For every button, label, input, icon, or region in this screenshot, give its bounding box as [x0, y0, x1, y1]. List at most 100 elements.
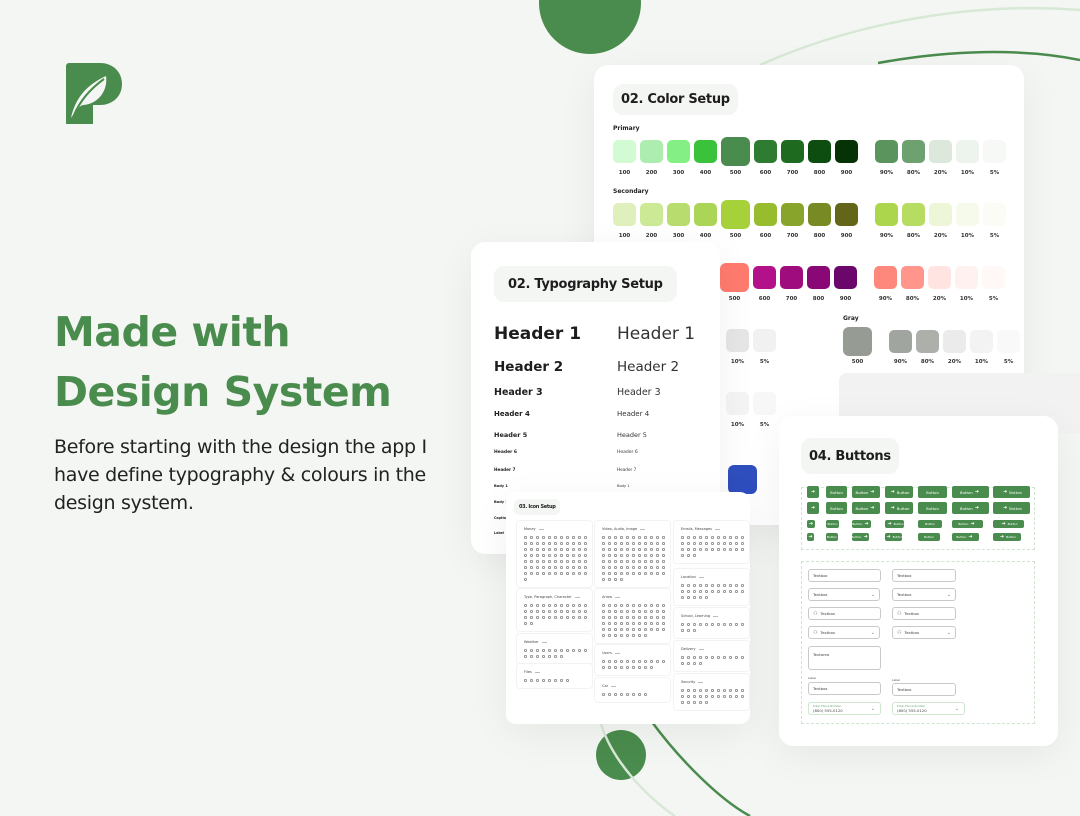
- icon-glyph[interactable]: [656, 616, 659, 619]
- icon-glyph[interactable]: [650, 622, 653, 625]
- icon-glyph[interactable]: [530, 560, 533, 563]
- primary-button[interactable]: Button: [826, 520, 839, 528]
- icon-glyph[interactable]: [584, 542, 587, 545]
- icon-glyph[interactable]: [644, 622, 647, 625]
- icon-glyph[interactable]: [548, 655, 551, 658]
- icon-glyph[interactable]: [638, 610, 641, 613]
- icon-glyph[interactable]: [578, 616, 581, 619]
- icon-glyph[interactable]: [554, 655, 557, 658]
- icon-glyph[interactable]: [608, 604, 611, 607]
- icon-glyph[interactable]: [687, 590, 690, 593]
- icon-glyph[interactable]: [620, 578, 623, 581]
- color-swatch-blue[interactable]: [728, 465, 757, 494]
- icon-glyph[interactable]: [650, 560, 653, 563]
- icon-glyph[interactable]: [578, 572, 581, 575]
- icon-glyph[interactable]: [554, 572, 557, 575]
- icon-glyph[interactable]: [560, 542, 563, 545]
- icon-glyph[interactable]: [536, 572, 539, 575]
- icon-glyph[interactable]: [614, 693, 617, 696]
- icon-glyph[interactable]: [699, 590, 702, 593]
- color-swatch[interactable]: [694, 140, 717, 163]
- icon-glyph[interactable]: [681, 584, 684, 587]
- icon-glyph[interactable]: [644, 548, 647, 551]
- icon-glyph[interactable]: [566, 572, 569, 575]
- icon-glyph[interactable]: [578, 536, 581, 539]
- icon-glyph[interactable]: [687, 584, 690, 587]
- icon-glyph[interactable]: [572, 548, 575, 551]
- icon-glyph[interactable]: [614, 610, 617, 613]
- primary-button[interactable]: ➜ Button: [993, 520, 1024, 528]
- icon-glyph[interactable]: [548, 548, 551, 551]
- icon-glyph[interactable]: [638, 622, 641, 625]
- icon-glyph[interactable]: [542, 572, 545, 575]
- icon-glyph[interactable]: [662, 622, 665, 625]
- icon-glyph[interactable]: [632, 622, 635, 625]
- icon-glyph[interactable]: [650, 660, 653, 663]
- icon-glyph[interactable]: [602, 578, 605, 581]
- icon-glyph[interactable]: [536, 616, 539, 619]
- color-swatch-tint[interactable]: [983, 203, 1006, 226]
- icon-glyph[interactable]: [530, 655, 533, 658]
- icon-glyph[interactable]: [638, 548, 641, 551]
- icon-glyph[interactable]: [644, 628, 647, 631]
- icon-glyph[interactable]: [614, 578, 617, 581]
- icon-glyph[interactable]: [620, 572, 623, 575]
- icon-glyph[interactable]: [560, 554, 563, 557]
- icon-glyph[interactable]: [554, 554, 557, 557]
- icon-glyph[interactable]: [723, 584, 726, 587]
- icon-glyph[interactable]: [554, 566, 557, 569]
- icon-glyph[interactable]: [735, 623, 738, 626]
- color-swatch[interactable]: [753, 266, 776, 289]
- icon-glyph[interactable]: [572, 610, 575, 613]
- color-swatch-tint[interactable]: [956, 140, 979, 163]
- color-swatch[interactable]: [835, 203, 858, 226]
- icon-glyph[interactable]: [632, 616, 635, 619]
- icon-glyph[interactable]: [693, 695, 696, 698]
- icon-glyph[interactable]: [560, 649, 563, 652]
- icon-glyph[interactable]: [584, 604, 587, 607]
- icon-glyph[interactable]: [572, 536, 575, 539]
- icon-glyph[interactable]: [524, 655, 527, 658]
- icon-glyph[interactable]: [608, 622, 611, 625]
- icon-glyph[interactable]: [729, 542, 732, 545]
- icon-glyph[interactable]: [699, 548, 702, 551]
- icon-glyph[interactable]: [524, 649, 527, 652]
- icon-glyph[interactable]: [614, 604, 617, 607]
- icon-glyph[interactable]: [578, 560, 581, 563]
- primary-button[interactable]: ➜ Button: [993, 486, 1030, 498]
- icon-glyph[interactable]: [614, 554, 617, 557]
- icon-glyph[interactable]: [566, 566, 569, 569]
- icon-glyph[interactable]: [560, 679, 563, 682]
- icon-glyph[interactable]: [626, 566, 629, 569]
- icon-glyph[interactable]: [524, 572, 527, 575]
- primary-button[interactable]: ➜ Button: [993, 533, 1021, 541]
- icon-glyph[interactable]: [554, 536, 557, 539]
- icon-glyph[interactable]: [656, 542, 659, 545]
- textbox[interactable]: ⚇ Textbox: [892, 607, 956, 620]
- primary-button[interactable]: Button ➜: [952, 520, 983, 528]
- icon-glyph[interactable]: [572, 572, 575, 575]
- textbox[interactable]: Textbox: [892, 569, 956, 582]
- icon-glyph[interactable]: [536, 679, 539, 682]
- icon-glyph[interactable]: [542, 604, 545, 607]
- icon-glyph[interactable]: [662, 542, 665, 545]
- icon-glyph[interactable]: [584, 616, 587, 619]
- icon-glyph[interactable]: [717, 689, 720, 692]
- icon-glyph[interactable]: [572, 649, 575, 652]
- icon-glyph[interactable]: [602, 634, 605, 637]
- icon-glyph[interactable]: [530, 616, 533, 619]
- icon-glyph[interactable]: [687, 656, 690, 659]
- icon-glyph[interactable]: [608, 634, 611, 637]
- icon-glyph[interactable]: [602, 660, 605, 663]
- icon-glyph[interactable]: [614, 542, 617, 545]
- icon-glyph[interactable]: [620, 616, 623, 619]
- color-swatch[interactable]: [753, 329, 776, 352]
- icon-glyph[interactable]: [662, 536, 665, 539]
- icon-glyph[interactable]: [656, 572, 659, 575]
- icon-glyph[interactable]: [602, 566, 605, 569]
- icon-glyph[interactable]: [578, 548, 581, 551]
- icon-glyph[interactable]: [524, 566, 527, 569]
- color-swatch[interactable]: [613, 140, 636, 163]
- color-swatch[interactable]: [807, 266, 830, 289]
- icon-glyph[interactable]: [650, 610, 653, 613]
